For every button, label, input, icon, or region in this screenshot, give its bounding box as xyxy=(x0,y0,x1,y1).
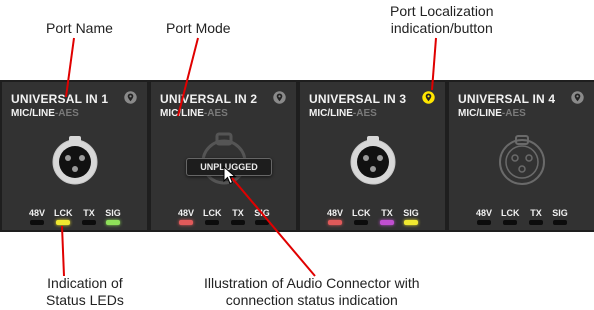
status-led-indicator xyxy=(529,220,543,225)
xlr-connector-icon xyxy=(350,136,396,185)
port-mode-inactive: -AES xyxy=(54,108,79,119)
status-led-sig: SIG xyxy=(402,208,420,225)
mouse-cursor-icon xyxy=(223,166,237,185)
status-led-tx: TX xyxy=(229,208,247,225)
status-led-lck: LCK xyxy=(203,208,222,225)
callout-port-name: Port Name xyxy=(46,20,113,36)
status-leds: 48V LCK TX SIG xyxy=(326,208,422,226)
callout-status-leds-line2: Status LEDs xyxy=(46,292,124,308)
status-led-label: TX xyxy=(83,208,95,218)
callout-audio-connector-line1: Illustration of Audio Connector with xyxy=(204,275,420,291)
callout-port-localization: Port Localization indication/button xyxy=(390,3,494,37)
port-mode: MIC/LINE-AES xyxy=(309,108,377,119)
status-led-indicator xyxy=(255,220,269,225)
port-name: UNIVERSAL IN 3 xyxy=(309,92,407,106)
status-led-label: 48V xyxy=(28,208,45,218)
status-led-lck: LCK xyxy=(501,208,520,225)
status-led-label: SIG xyxy=(254,208,270,218)
locate-pin-icon[interactable] xyxy=(273,91,286,104)
status-led-label: LCK xyxy=(203,208,222,218)
port-mode: MIC/LINE-AES xyxy=(160,108,228,119)
locate-pin-icon[interactable] xyxy=(124,91,137,104)
port-card-1[interactable]: UNIVERSAL IN 1 MIC/LINE-AES 48V LCK TX SIG xyxy=(2,82,147,230)
port-mode-active: MIC/LINE xyxy=(160,108,204,119)
status-led-label: LCK xyxy=(352,208,371,218)
status-led-lck: LCK xyxy=(352,208,371,225)
port-card-2[interactable]: UNIVERSAL IN 2 MIC/LINE-AES UNPLUGGED 48V LC… xyxy=(151,82,296,230)
status-led-sig: SIG xyxy=(551,208,569,225)
status-led-48v: 48V xyxy=(475,208,493,225)
status-led-tx: TX xyxy=(80,208,98,225)
status-leds: 48V LCK TX SIG xyxy=(177,208,273,226)
callout-status-leds: Indication of Status LEDs xyxy=(46,275,124,309)
status-led-label: LCK xyxy=(501,208,520,218)
status-led-indicator xyxy=(503,220,517,225)
port-name: UNIVERSAL IN 1 xyxy=(11,92,109,106)
port-card-3[interactable]: UNIVERSAL IN 3 MIC/LINE-AES 48V LCK TX SIG xyxy=(300,82,445,230)
status-led-label: 48V xyxy=(177,208,194,218)
status-led-sig: SIG xyxy=(104,208,122,225)
port-mode-inactive: -AES xyxy=(203,108,228,119)
status-led-label: LCK xyxy=(54,208,73,218)
port-mode-inactive: -AES xyxy=(501,108,526,119)
xlr-connector-icon xyxy=(499,135,545,185)
status-led-indicator xyxy=(328,220,342,225)
status-led-label: 48V xyxy=(326,208,343,218)
port-mode-active: MIC/LINE xyxy=(458,108,502,119)
callout-audio-connector-line2: connection status indication xyxy=(225,292,398,308)
port-mode: MIC/LINE-AES xyxy=(11,108,79,119)
status-led-indicator xyxy=(205,220,219,225)
callout-port-localization-line1: Port Localization xyxy=(390,3,494,19)
status-led-label: TX xyxy=(530,208,542,218)
port-name: UNIVERSAL IN 2 xyxy=(160,92,258,106)
status-led-indicator xyxy=(30,220,44,225)
leader-status-leds xyxy=(61,225,65,277)
status-led-tx: TX xyxy=(527,208,545,225)
status-led-tx: TX xyxy=(378,208,396,225)
status-led-indicator xyxy=(404,220,418,225)
status-led-label: SIG xyxy=(403,208,419,218)
status-led-indicator xyxy=(553,220,567,225)
callout-audio-connector: Illustration of Audio Connector with con… xyxy=(204,275,420,309)
status-led-48v: 48V xyxy=(326,208,344,225)
status-led-indicator xyxy=(106,220,120,225)
status-leds: 48V LCK TX SIG xyxy=(28,208,124,226)
status-led-indicator xyxy=(56,220,70,225)
status-led-indicator xyxy=(82,220,96,225)
port-name: UNIVERSAL IN 4 xyxy=(458,92,556,106)
status-led-label: SIG xyxy=(105,208,121,218)
locate-pin-icon[interactable] xyxy=(422,91,435,104)
port-card-4[interactable]: UNIVERSAL IN 4 MIC/LINE-AES 48V LCK TX SIG xyxy=(449,82,594,230)
status-led-48v: 48V xyxy=(28,208,46,225)
status-led-indicator xyxy=(380,220,394,225)
callout-port-mode: Port Mode xyxy=(166,20,231,36)
status-led-label: TX xyxy=(381,208,393,218)
callout-port-localization-line2: indication/button xyxy=(390,20,493,36)
status-led-indicator xyxy=(354,220,368,225)
port-mode-inactive: -AES xyxy=(352,108,377,119)
status-leds: 48V LCK TX SIG xyxy=(475,208,571,226)
status-led-label: TX xyxy=(232,208,244,218)
locate-pin-icon[interactable] xyxy=(571,91,584,104)
status-led-label: SIG xyxy=(552,208,568,218)
status-led-label: 48V xyxy=(475,208,492,218)
xlr-connector-icon xyxy=(52,136,98,185)
port-mode-active: MIC/LINE xyxy=(11,108,55,119)
port-mode: MIC/LINE-AES xyxy=(458,108,526,119)
status-led-indicator xyxy=(179,220,193,225)
status-led-sig: SIG xyxy=(253,208,271,225)
callout-status-leds-line1: Indication of xyxy=(47,275,123,291)
status-led-lck: LCK xyxy=(54,208,73,225)
status-led-48v: 48V xyxy=(177,208,195,225)
status-led-indicator xyxy=(231,220,245,225)
status-led-indicator xyxy=(477,220,491,225)
port-mode-active: MIC/LINE xyxy=(309,108,353,119)
